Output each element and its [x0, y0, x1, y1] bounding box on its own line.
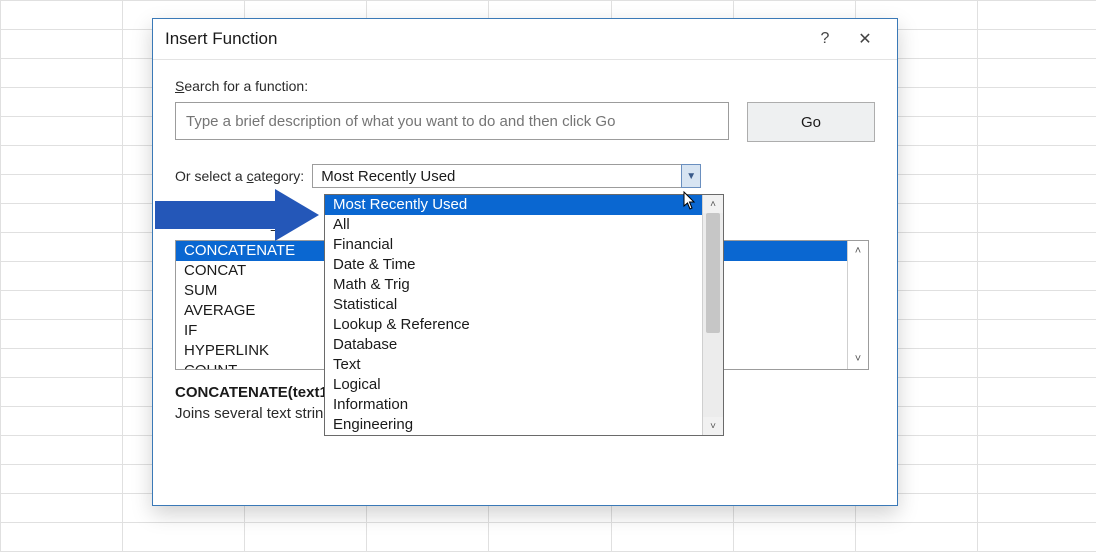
dropdown-scrollbar[interactable]: ˄ ˅: [702, 195, 723, 435]
scroll-down-icon: ˅: [855, 353, 861, 365]
dropdown-option[interactable]: Most Recently Used: [325, 195, 702, 215]
dialog-titlebar: Insert Function ? ✕: [153, 19, 897, 60]
listbox-scrollbar[interactable]: ˄ ˅: [847, 241, 868, 369]
dropdown-option[interactable]: Date & Time: [325, 255, 702, 275]
help-button[interactable]: ?: [805, 24, 845, 54]
category-label: Or select a category:: [175, 168, 304, 184]
dropdown-option[interactable]: Engineering: [325, 415, 702, 435]
dialog-title: Insert Function: [165, 29, 277, 49]
category-dropdown-button[interactable]: ▼: [681, 164, 701, 188]
dropdown-option[interactable]: Math & Trig: [325, 275, 702, 295]
dropdown-option[interactable]: Information: [325, 395, 702, 415]
scrollbar-thumb[interactable]: [706, 213, 720, 333]
close-icon: ✕: [858, 29, 871, 49]
category-combobox[interactable]: Most Recently Used: [312, 164, 682, 188]
dropdown-option[interactable]: Financial: [325, 235, 702, 255]
close-button[interactable]: ✕: [845, 24, 885, 54]
search-label: Search for a function:: [175, 78, 875, 94]
category-selected-value: Most Recently Used: [321, 168, 455, 185]
dropdown-option[interactable]: Text: [325, 355, 702, 375]
dropdown-option[interactable]: Logical: [325, 375, 702, 395]
scroll-up-icon: ˄: [855, 245, 861, 257]
mouse-cursor-icon: [683, 191, 697, 211]
annotation-arrow: [155, 189, 319, 241]
help-icon: ?: [821, 30, 830, 48]
dropdown-option[interactable]: All: [325, 215, 702, 235]
dropdown-option[interactable]: Lookup & Reference: [325, 315, 702, 335]
scroll-up-icon: ˄: [703, 195, 723, 213]
chevron-down-icon: ▼: [686, 171, 696, 182]
scrollbar-track[interactable]: [703, 213, 723, 417]
category-dropdown-list[interactable]: Most Recently Used All Financial Date & …: [324, 194, 724, 436]
search-input[interactable]: [175, 102, 729, 140]
dropdown-option[interactable]: Database: [325, 335, 702, 355]
scroll-down-icon: ˅: [703, 417, 723, 435]
dropdown-option[interactable]: Statistical: [325, 295, 702, 315]
go-button[interactable]: Go: [747, 102, 875, 142]
